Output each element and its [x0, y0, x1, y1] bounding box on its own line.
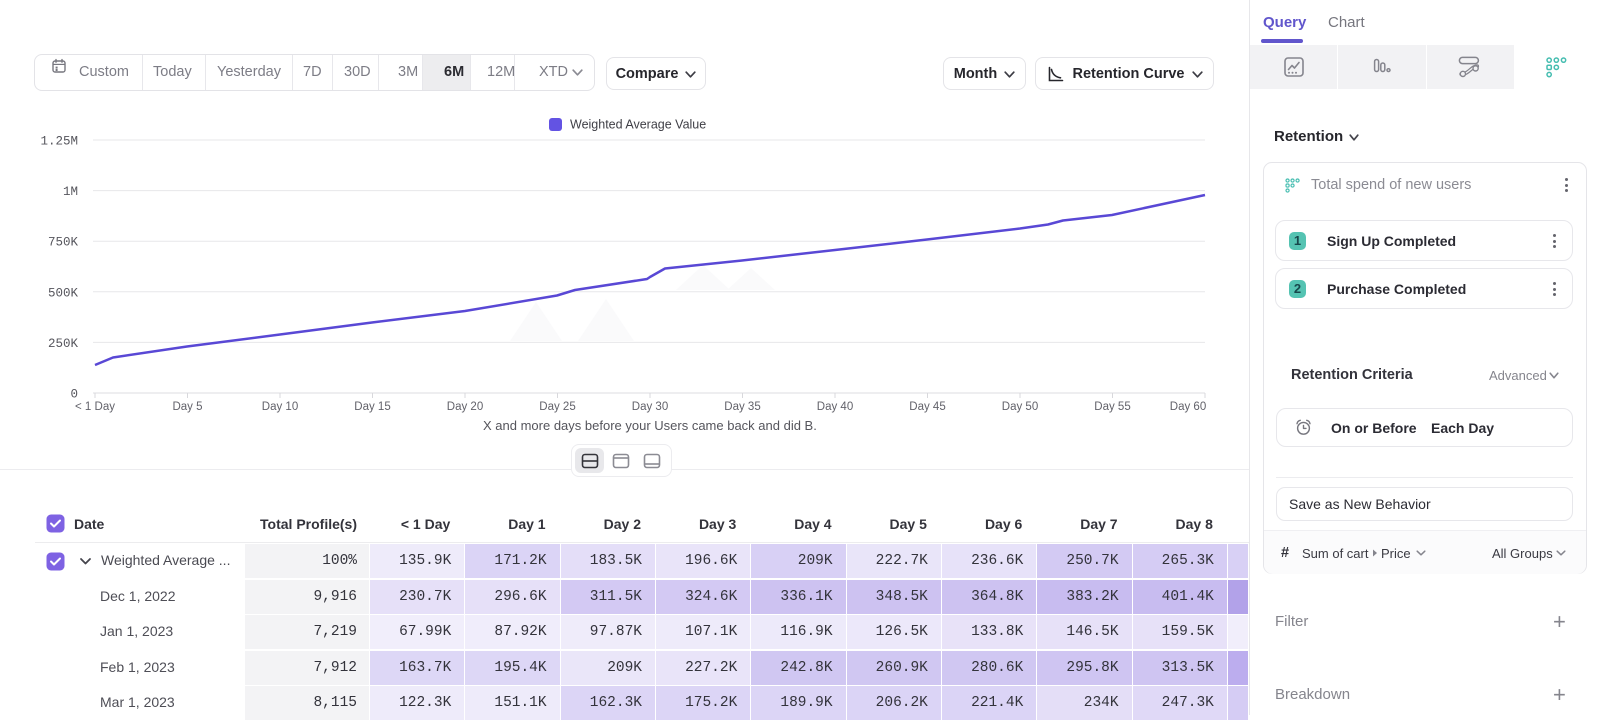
svg-text:1M: 1M	[63, 185, 78, 199]
svg-text:< 1 Day: < 1 Day	[75, 401, 115, 413]
svg-text:500K: 500K	[48, 286, 79, 300]
svg-text:Weighted Average Value: Weighted Average Value	[570, 118, 706, 132]
svg-text:750K: 750K	[48, 236, 79, 250]
svg-text:Day 5: Day 5	[172, 401, 202, 413]
svg-text:Day 15: Day 15	[354, 401, 390, 413]
svg-text:Day 50: Day 50	[1002, 401, 1038, 413]
svg-text:250K: 250K	[48, 337, 79, 351]
svg-text:Day 60: Day 60	[1170, 401, 1206, 413]
svg-text:Day 30: Day 30	[632, 401, 668, 413]
svg-text:Day 35: Day 35	[724, 401, 760, 413]
svg-text:1.25M: 1.25M	[40, 135, 78, 149]
svg-text:Day 10: Day 10	[262, 401, 298, 413]
svg-text:Day 55: Day 55	[1094, 401, 1130, 413]
svg-text:Day 25: Day 25	[539, 401, 575, 413]
svg-text:0: 0	[70, 388, 78, 402]
svg-text:Day 40: Day 40	[817, 401, 853, 413]
svg-text:Day 20: Day 20	[447, 401, 483, 413]
svg-text:Day 45: Day 45	[909, 401, 945, 413]
